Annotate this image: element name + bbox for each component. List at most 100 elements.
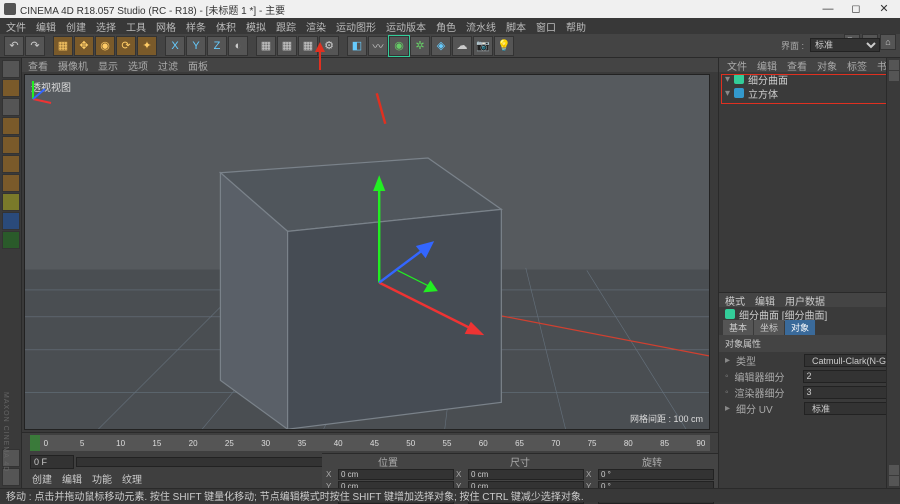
vpmenu-查看[interactable]: 查看 (28, 58, 48, 73)
menu-文件[interactable]: 文件 (6, 19, 26, 34)
menu-运动图形[interactable]: 运动图形 (336, 19, 376, 34)
playhead[interactable] (30, 435, 40, 451)
tab-功能[interactable]: 功能 (92, 471, 112, 486)
snap-button[interactable] (2, 231, 20, 249)
tab-创建[interactable]: 创建 (32, 471, 52, 486)
menu-选择[interactable]: 选择 (96, 19, 116, 34)
object-row[interactable]: ▾细分曲面✓ (719, 72, 900, 86)
omtab-对象[interactable]: 对象 (817, 58, 837, 73)
maximize-button[interactable]: ◻ (842, 0, 870, 18)
menu-体积[interactable]: 体积 (216, 19, 236, 34)
tab-编辑[interactable]: 编辑 (62, 471, 82, 486)
close-button[interactable]: ✕ (870, 0, 898, 18)
menu-渲染[interactable]: 渲染 (306, 19, 326, 34)
axis-button[interactable] (2, 193, 20, 211)
rotate-tool[interactable]: ⟳ (116, 36, 136, 56)
menu-跟踪[interactable]: 跟踪 (276, 19, 296, 34)
vpmenu-选项[interactable]: 选项 (128, 58, 148, 73)
light-button[interactable]: 💡 (494, 36, 514, 56)
z-axis-button[interactable]: Z (207, 36, 227, 56)
menu-流水线[interactable]: 流水线 (466, 19, 496, 34)
redo-button[interactable]: ↷ (25, 36, 45, 56)
render-pv-button[interactable]: ▦ (298, 36, 318, 56)
undo-button[interactable]: ↶ (4, 36, 24, 56)
maxon-branding: MAXON CINEMA 4D (2, 392, 9, 472)
subdivision-surface-button[interactable]: ◉ (389, 36, 409, 56)
object-manager[interactable]: ▾细分曲面✓▾立方体✓ (719, 72, 900, 292)
path-icon[interactable]: ⌂ (880, 34, 896, 50)
menu-角色[interactable]: 角色 (436, 19, 456, 34)
edge-mode-button[interactable] (2, 155, 20, 173)
omtab-文件[interactable]: 文件 (727, 58, 747, 73)
cube-primitive-button[interactable]: ◧ (347, 36, 367, 56)
make-editable-button[interactable] (2, 60, 20, 78)
omtab-查看[interactable]: 查看 (787, 58, 807, 73)
menu-编辑[interactable]: 编辑 (36, 19, 56, 34)
scale-tool[interactable]: ◉ (95, 36, 115, 56)
rbar-icon[interactable] (889, 60, 899, 70)
vpmenu-过滤[interactable]: 过滤 (158, 58, 178, 73)
attrtab-坐标[interactable]: 坐标 (754, 320, 784, 335)
object-name: 细分曲面 (748, 72, 788, 87)
minimize-button[interactable]: — (814, 0, 842, 18)
spline-button[interactable]: 〰 (368, 36, 388, 56)
menu-工具[interactable]: 工具 (126, 19, 146, 34)
menu-样条[interactable]: 样条 (186, 19, 206, 34)
timeline-ruler[interactable]: 051015202530354045505560657075808590 (30, 435, 710, 451)
rbar-icon[interactable] (889, 476, 899, 486)
attrmenu-模式[interactable]: 模式 (725, 293, 745, 308)
tab-纹理[interactable]: 纹理 (122, 471, 142, 486)
attrtab-对象[interactable]: 对象 (785, 320, 815, 335)
menu-脚本[interactable]: 脚本 (506, 19, 526, 34)
coord-tab[interactable]: 尺寸 (454, 454, 586, 468)
vpmenu-显示[interactable]: 显示 (98, 58, 118, 73)
render-settings-button[interactable]: ⚙ (319, 36, 339, 56)
generator-button[interactable]: ✲ (410, 36, 430, 56)
camera-button[interactable]: 📷 (473, 36, 493, 56)
menu-帮助[interactable]: 帮助 (566, 19, 586, 34)
vpmenu-摄像机[interactable]: 摄像机 (58, 58, 88, 73)
rbar-icon[interactable] (889, 71, 899, 81)
recent-tool[interactable]: ✦ (137, 36, 157, 56)
coord-X-1[interactable] (468, 469, 584, 480)
move-tool[interactable]: ✥ (74, 36, 94, 56)
render-view-button[interactable]: ▦ (256, 36, 276, 56)
rbar-icon[interactable] (889, 465, 899, 475)
model-mode-button[interactable] (2, 79, 20, 97)
omtab-编辑[interactable]: 编辑 (757, 58, 777, 73)
point-mode-button[interactable] (2, 136, 20, 154)
menu-模拟[interactable]: 模拟 (246, 19, 266, 34)
render-region-button[interactable]: ▦ (277, 36, 297, 56)
coord-tab[interactable]: 位置 (322, 454, 454, 468)
texture-mode-button[interactable] (2, 98, 20, 116)
x-axis-button[interactable]: X (165, 36, 185, 56)
menu-创建[interactable]: 创建 (66, 19, 86, 34)
attrtab-基本[interactable]: 基本 (723, 320, 753, 335)
range-slider[interactable] (76, 457, 336, 467)
coord-X-2[interactable] (598, 469, 714, 480)
expand-icon[interactable]: ▸ (725, 355, 730, 366)
coord-tab[interactable]: 旋转 (586, 454, 718, 468)
coord-X-0[interactable] (338, 469, 454, 480)
menu-网格[interactable]: 网格 (156, 19, 176, 34)
menu-窗口[interactable]: 窗口 (536, 19, 556, 34)
viewport-solo-button[interactable] (2, 212, 20, 230)
y-axis-button[interactable]: Y (186, 36, 206, 56)
deformer-button[interactable]: ◈ (431, 36, 451, 56)
workplane-button[interactable] (2, 117, 20, 135)
coord-sys-button[interactable]: ◐ (228, 36, 248, 56)
omtab-标签[interactable]: 标签 (847, 58, 867, 73)
object-row[interactable]: ▾立方体✓ (719, 86, 900, 100)
environment-button[interactable]: ☁ (452, 36, 472, 56)
polygon-mode-button[interactable] (2, 174, 20, 192)
attrmenu-编辑[interactable]: 编辑 (755, 293, 775, 308)
range-start-input[interactable] (30, 455, 74, 469)
status-text: 移动 : 点击并拖动鼠标移动元素. 按住 SHIFT 键量化移动; 节点编辑模式… (6, 488, 584, 503)
select-tool[interactable]: ▦ (53, 36, 73, 56)
vpmenu-面板[interactable]: 面板 (188, 58, 208, 73)
attrmenu-用户数据[interactable]: 用户数据 (785, 293, 825, 308)
layout-select[interactable]: 标准 (810, 38, 880, 52)
menu-运动版本[interactable]: 运动版本 (386, 19, 426, 34)
expand-icon[interactable]: ▸ (725, 403, 730, 414)
perspective-viewport[interactable]: 透视视图 (24, 74, 710, 430)
